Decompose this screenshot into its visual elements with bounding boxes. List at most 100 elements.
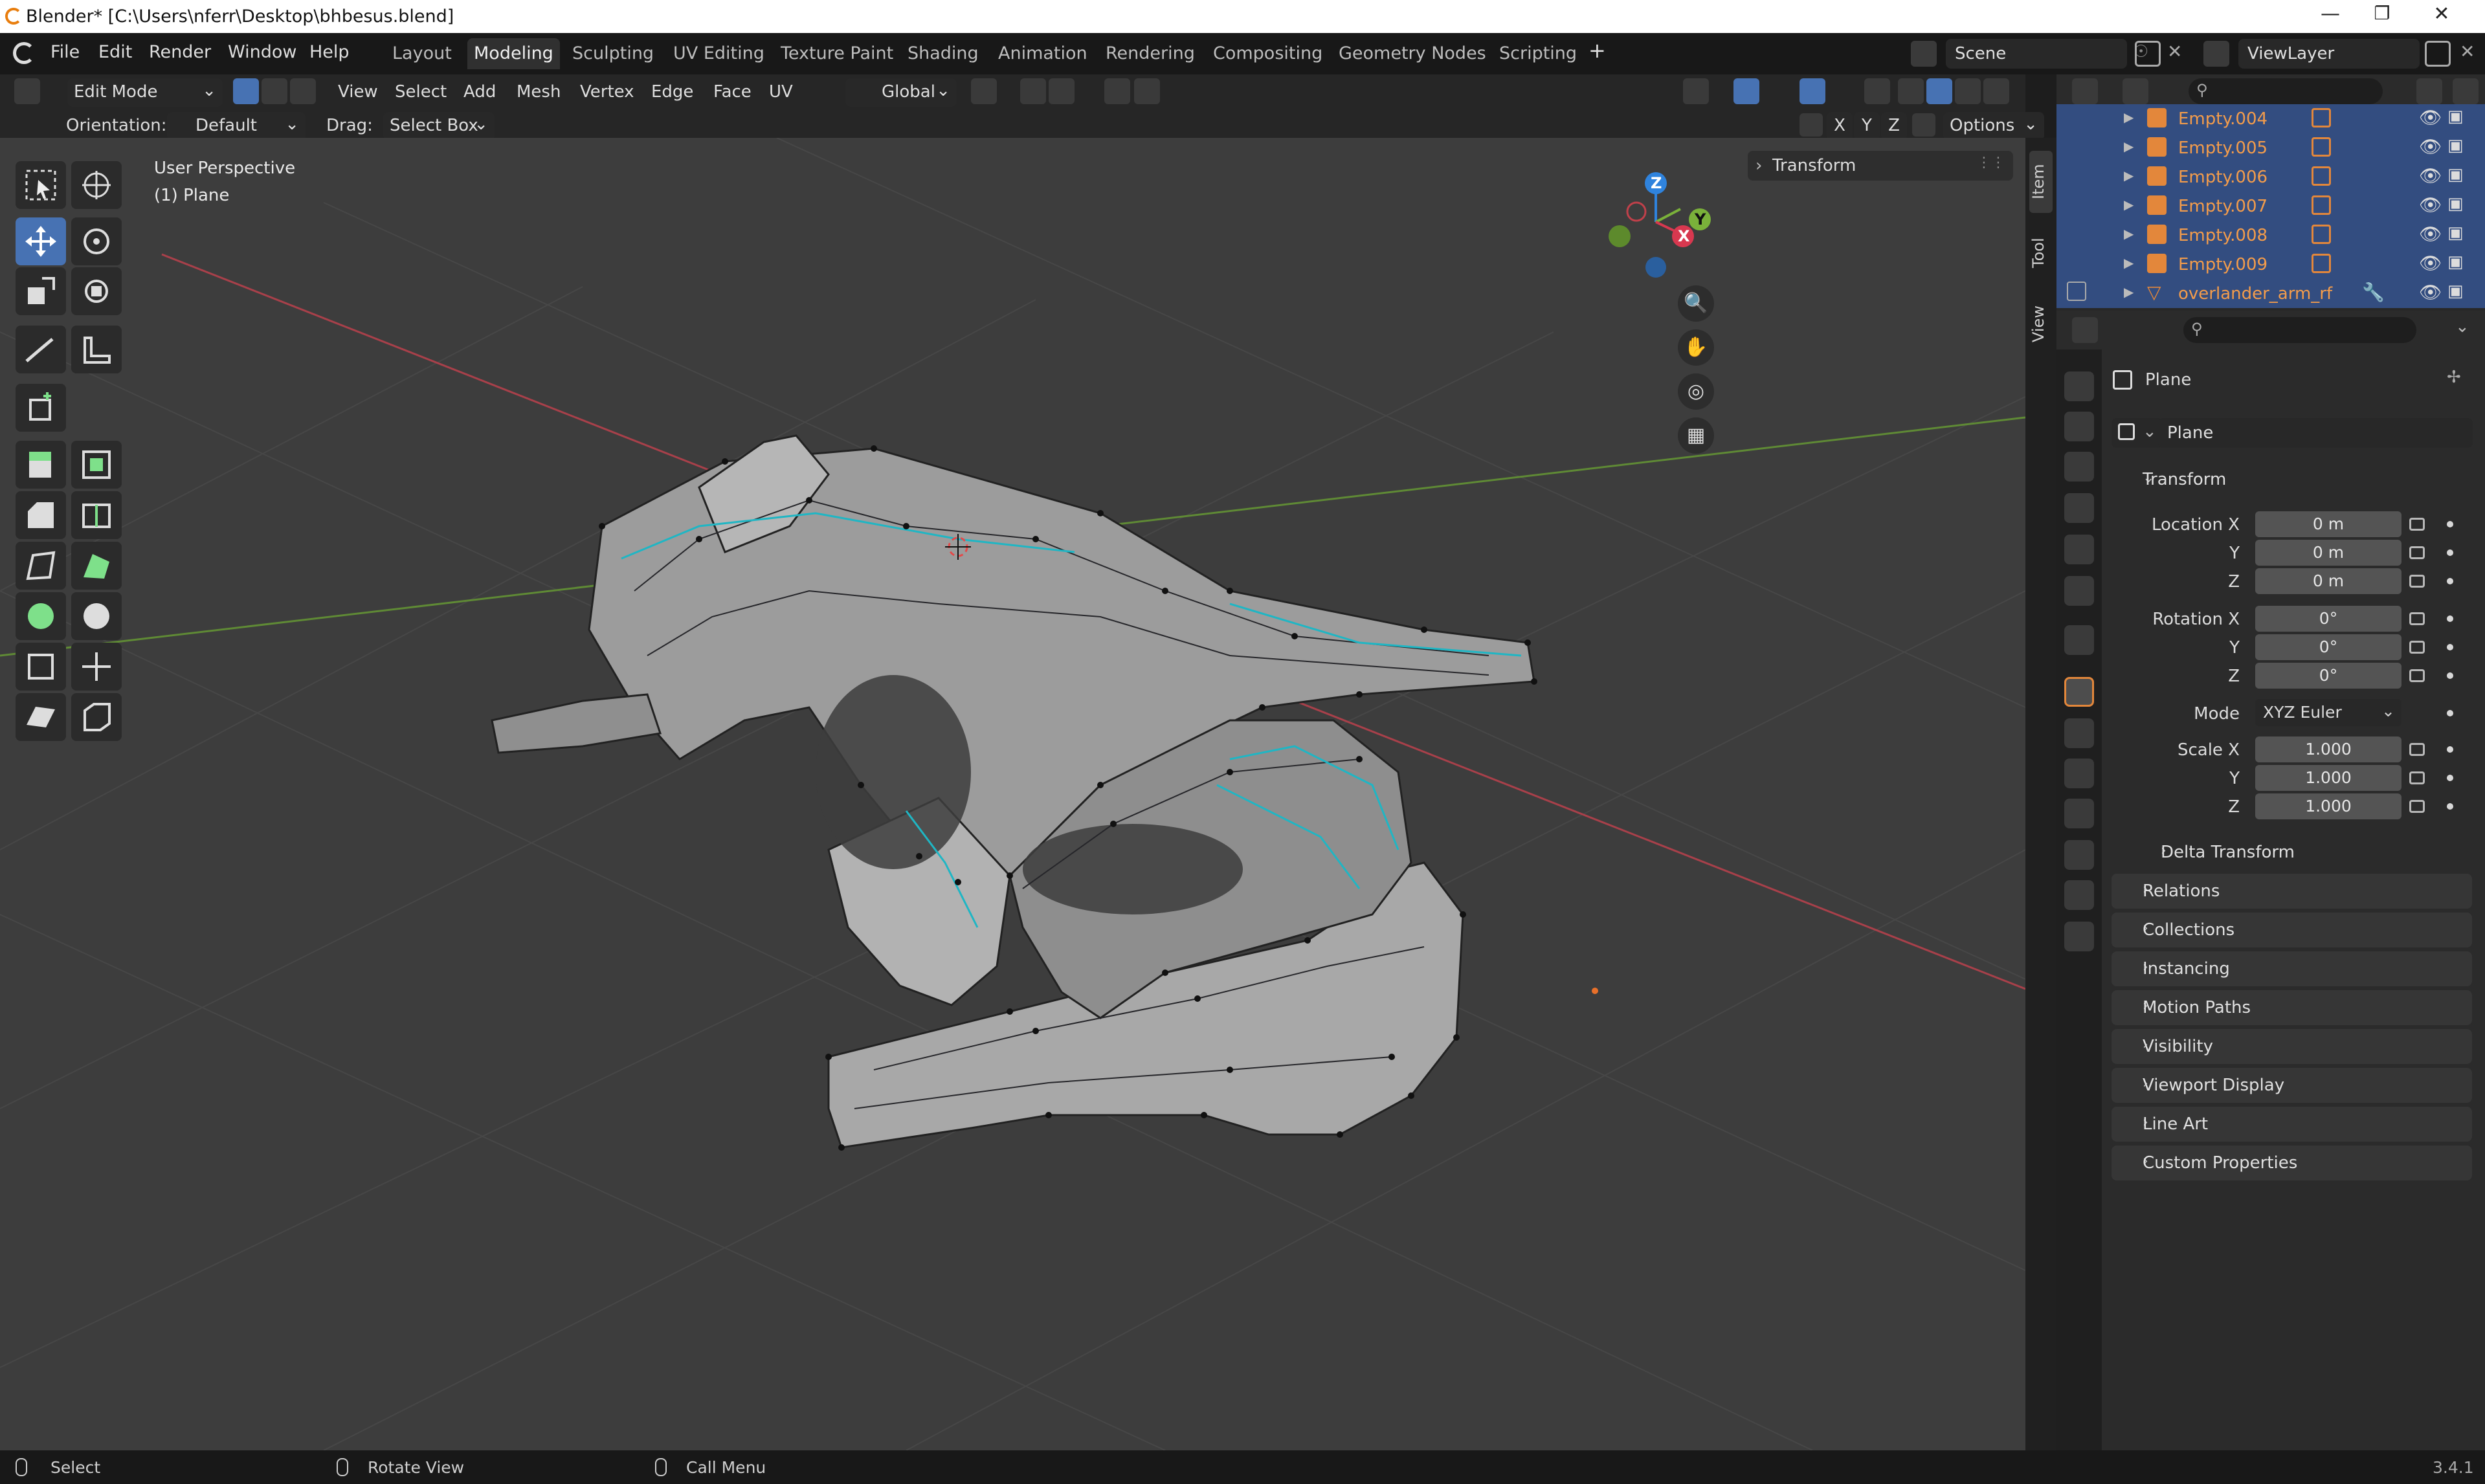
- tab-uv-editing[interactable]: UV Editing: [667, 38, 771, 69]
- tool-settings-tab[interactable]: [2064, 371, 2094, 401]
- material-shading-icon[interactable]: [1955, 78, 1981, 104]
- knife-tool[interactable]: [16, 542, 66, 590]
- output-tab[interactable]: [2064, 452, 2094, 482]
- outliner-row[interactable]: ▶ Empty.008 👁 ▣: [2056, 221, 2485, 250]
- pivot-point-icon[interactable]: [971, 78, 997, 104]
- eye-icon[interactable]: 👁: [2419, 282, 2442, 303]
- panel-viewport-display[interactable]: › Viewport Display: [2112, 1068, 2472, 1103]
- rotation-y-field[interactable]: 0°: [2255, 634, 2401, 660]
- overlays-toggle-icon[interactable]: [1800, 78, 1825, 104]
- delta-transform-subpanel[interactable]: › Delta Transform: [2130, 835, 2466, 870]
- scale-z-field[interactable]: 1.000: [2255, 793, 2401, 819]
- edge-select-icon[interactable]: [262, 78, 287, 104]
- blender-menu-icon[interactable]: [13, 42, 35, 64]
- xray-toggle-icon[interactable]: [1864, 78, 1890, 104]
- camera-view-icon[interactable]: ◎: [1678, 373, 1714, 410]
- menu-select[interactable]: Select: [388, 78, 453, 107]
- location-x-field[interactable]: 0 m: [2255, 511, 2401, 537]
- new-scene-icon[interactable]: [2135, 41, 2161, 67]
- cursor-tool[interactable]: [71, 161, 122, 209]
- tab-tool[interactable]: Tool: [2029, 222, 2053, 284]
- panel-motion-paths[interactable]: › Motion Paths: [2112, 990, 2472, 1025]
- camera-icon[interactable]: ▣: [2447, 107, 2464, 126]
- rotation-x-field[interactable]: 0°: [2255, 606, 2401, 632]
- menu-help[interactable]: Help: [309, 42, 350, 62]
- render-tab[interactable]: [2064, 412, 2094, 441]
- expand-icon[interactable]: ▶: [2124, 168, 2134, 183]
- expand-icon[interactable]: ▶: [2124, 226, 2134, 241]
- rip-region-tool[interactable]: [71, 693, 122, 741]
- zoom-icon[interactable]: 🔍: [1678, 285, 1714, 322]
- menu-edge[interactable]: Edge: [645, 78, 700, 107]
- lock-icon[interactable]: [2409, 669, 2425, 682]
- poly-build-tool[interactable]: [71, 542, 122, 590]
- particles-tab[interactable]: [2064, 759, 2094, 788]
- panel-collections[interactable]: › Collections: [2112, 913, 2472, 947]
- view-layer-icon[interactable]: [2203, 41, 2229, 67]
- panel-instancing[interactable]: › Instancing: [2112, 951, 2472, 986]
- mesh-object-plane[interactable]: [265, 216, 1537, 1151]
- lock-icon[interactable]: [2409, 575, 2425, 588]
- menu-vertex[interactable]: Vertex: [574, 78, 641, 107]
- outliner-row[interactable]: ▶ Empty.005 👁 ▣: [2056, 133, 2485, 162]
- location-z-field[interactable]: 0 m: [2255, 568, 2401, 594]
- keyframe-dot-icon[interactable]: [2447, 803, 2453, 810]
- menu-face[interactable]: Face: [707, 78, 758, 107]
- keyframe-dot-icon[interactable]: [2447, 578, 2453, 584]
- camera-icon[interactable]: ▣: [2447, 252, 2464, 272]
- solid-shading-icon[interactable]: [1926, 78, 1952, 104]
- display-mode-icon[interactable]: [2123, 78, 2148, 104]
- transform-panel-header[interactable]: ⌄ Transform: [2112, 462, 2472, 497]
- lock-icon[interactable]: [2409, 771, 2425, 784]
- mode-selector[interactable]: Edit Mode ⌄: [67, 78, 223, 107]
- tab-shading[interactable]: Shading: [901, 38, 985, 69]
- view-layer-selector[interactable]: ViewLayer: [2238, 39, 2420, 69]
- panel-custom-properties[interactable]: › Custom Properties: [2112, 1146, 2472, 1180]
- add-cube-tool[interactable]: [16, 384, 66, 432]
- eye-icon[interactable]: 👁: [2419, 165, 2442, 186]
- shear-tool[interactable]: [16, 693, 66, 741]
- annotate-tool[interactable]: [16, 326, 66, 373]
- eye-icon[interactable]: 👁: [2419, 194, 2442, 216]
- measure-tool[interactable]: [71, 326, 122, 373]
- add-workspace-button[interactable]: +: [1588, 38, 1606, 63]
- keyframe-dot-icon[interactable]: [2447, 549, 2453, 556]
- tab-texture-paint[interactable]: Texture Paint: [774, 38, 900, 69]
- keyframe-dot-icon[interactable]: [2447, 521, 2453, 527]
- outliner-row[interactable]: ▶ Empty.007 👁 ▣: [2056, 192, 2485, 221]
- rotation-mode-selector[interactable]: XYZ Euler ⌄: [2255, 699, 2401, 726]
- keyframe-dot-icon[interactable]: [2447, 644, 2453, 650]
- tab-item[interactable]: Item: [2029, 151, 2053, 213]
- outliner-row[interactable]: ▶ Empty.006 👁 ▣: [2056, 162, 2485, 192]
- extrude-region-tool[interactable]: [16, 441, 66, 489]
- camera-icon[interactable]: ▣: [2447, 165, 2464, 184]
- topology-mirror-icon[interactable]: [1912, 113, 1935, 137]
- face-select-icon[interactable]: [290, 78, 316, 104]
- spin-tool[interactable]: [16, 592, 66, 640]
- delete-view-layer-icon[interactable]: ✕: [2460, 41, 2475, 62]
- chevron-down-icon[interactable]: ⌄: [2455, 317, 2469, 337]
- camera-icon[interactable]: ▣: [2447, 136, 2464, 155]
- pin-icon[interactable]: ✢: [2447, 368, 2461, 387]
- navigation-gizmo[interactable]: Z Y X: [1596, 157, 1726, 287]
- perspective-toggle-icon[interactable]: ▦: [1678, 417, 1714, 454]
- panel-visibility[interactable]: › Visibility: [2112, 1029, 2472, 1064]
- camera-icon[interactable]: ▣: [2447, 282, 2464, 301]
- keyframe-dot-icon[interactable]: [2447, 775, 2453, 781]
- scale-tool[interactable]: [16, 267, 66, 315]
- outliner-row[interactable]: ▶ Empty.004 👁 ▣: [2056, 104, 2485, 133]
- 3d-viewport[interactable]: User Perspective (1) Plane Z Y X 🔍 ✋ ◎ ▦…: [0, 138, 2025, 1450]
- keyframe-dot-icon[interactable]: [2447, 672, 2453, 679]
- scene-selector[interactable]: Scene: [1946, 39, 2127, 69]
- gizmo-toggle-icon[interactable]: [1733, 78, 1759, 104]
- snap-target-icon[interactable]: [1049, 78, 1075, 104]
- tab-view[interactable]: View: [2029, 293, 2053, 355]
- orientation-selector[interactable]: Default ⌄: [167, 112, 306, 140]
- lock-icon[interactable]: [2409, 800, 2425, 813]
- scale-x-field[interactable]: 1.000: [2255, 736, 2401, 762]
- expand-icon[interactable]: ▶: [2124, 255, 2134, 271]
- object-data-tab[interactable]: [2064, 880, 2094, 910]
- pan-hand-icon[interactable]: ✋: [1678, 329, 1714, 366]
- outliner-row[interactable]: ▶ ▽ overlander_arm_rf 🔧 👁 ▣: [2056, 279, 2485, 308]
- world-tab[interactable]: [2064, 576, 2094, 606]
